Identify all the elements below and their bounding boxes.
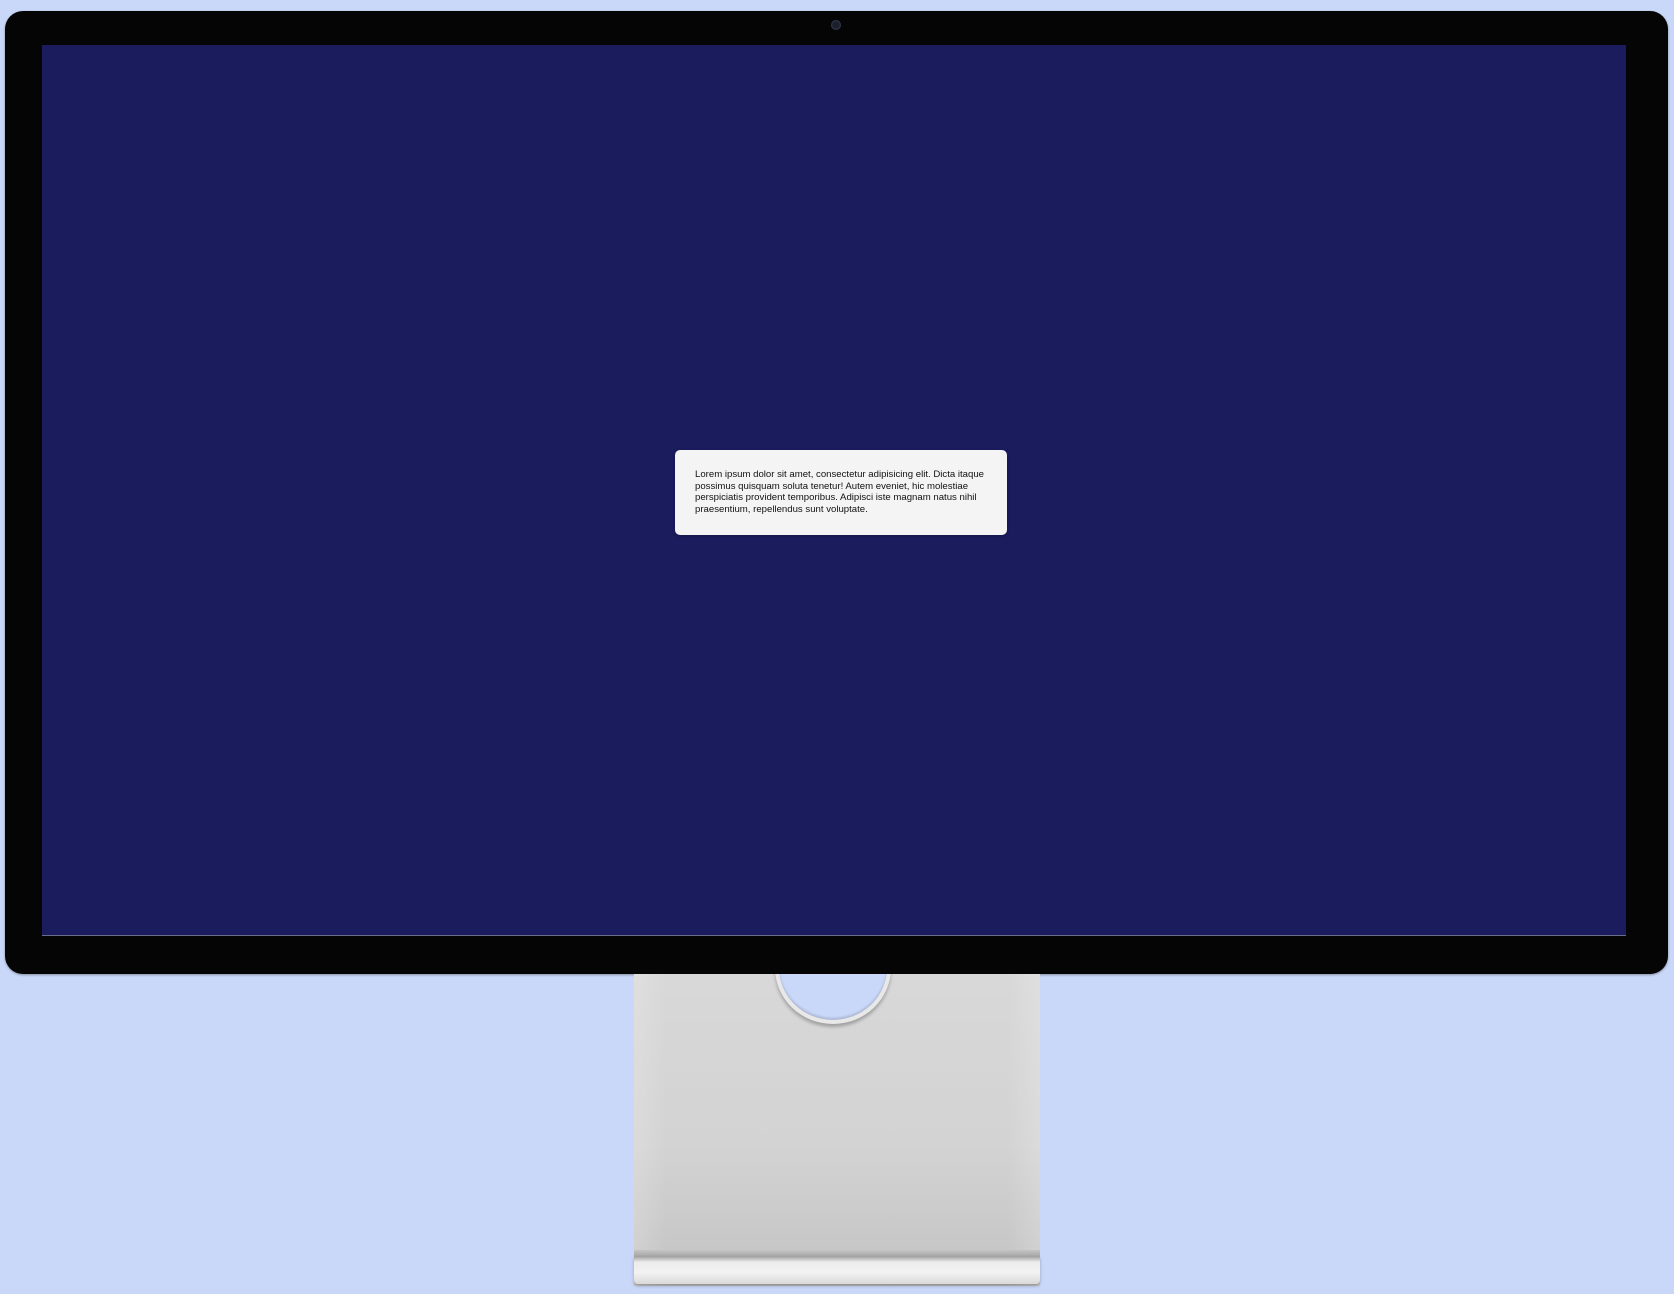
stand-foot [634,1256,1040,1284]
dialog-text: Lorem ipsum dolor sit amet, consectetur … [695,469,985,515]
stand-cable-hole [775,974,891,1024]
camera-icon [831,20,841,30]
monitor: Lorem ipsum dolor sit amet, consectetur … [5,11,1668,974]
message-dialog: Lorem ipsum dolor sit amet, consectetur … [675,450,1007,535]
monitor-stand [634,974,1040,1286]
screen: Lorem ipsum dolor sit amet, consectetur … [42,45,1626,936]
